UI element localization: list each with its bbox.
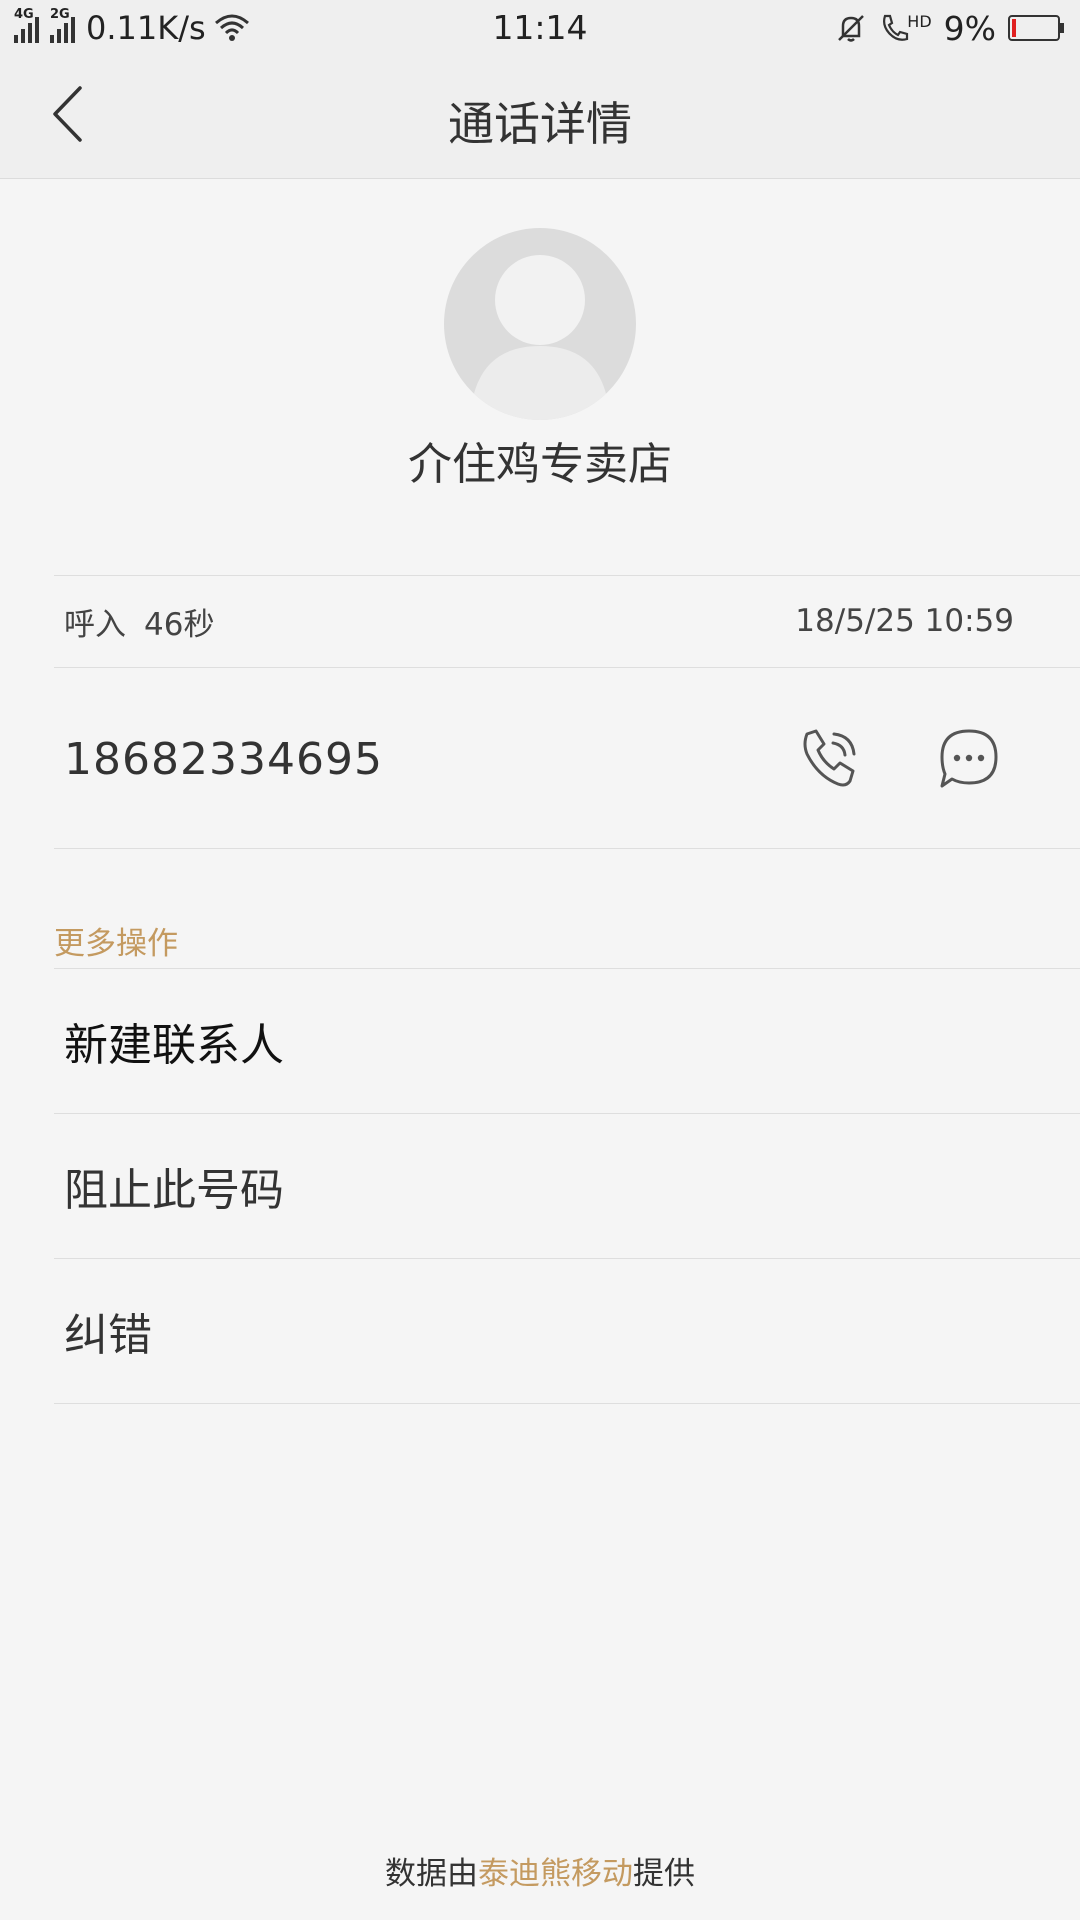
- message-button[interactable]: [934, 724, 1004, 794]
- footer-suffix: 提供: [633, 1856, 695, 1892]
- footer-brand-link[interactable]: 泰迪熊移动: [478, 1856, 633, 1892]
- contact-name: 介住鸡专卖店: [408, 439, 672, 490]
- call-datetime: 18/5/25 10:59: [795, 603, 1014, 639]
- call-direction: 呼入: [64, 606, 126, 643]
- new-contact-button[interactable]: 新建联系人: [54, 969, 1080, 1113]
- divider: [54, 1403, 1080, 1404]
- nav-bar: 通话详情: [0, 56, 1080, 179]
- battery-icon: [1008, 15, 1064, 41]
- phone-number[interactable]: 18682334695: [64, 734, 383, 785]
- hd-call-icon: HD: [879, 12, 932, 44]
- phone-number-row: 18682334695: [54, 668, 1080, 848]
- report-error-button[interactable]: 纠错: [54, 1259, 1080, 1403]
- data-source-footer: 数据由泰迪熊移动提供: [0, 1848, 1080, 1893]
- chat-bubble-icon: [940, 729, 998, 788]
- bell-muted-icon: [838, 15, 865, 42]
- call-button[interactable]: [794, 724, 864, 794]
- footer-prefix: 数据由: [385, 1856, 478, 1892]
- section-label-more-actions: 更多操作: [54, 926, 178, 962]
- call-record-row: 呼入 46秒 18/5/25 10:59: [54, 576, 1026, 666]
- call-duration: 46秒: [144, 606, 215, 643]
- page-title: 通话详情: [448, 97, 632, 151]
- person-avatar-icon: [444, 228, 636, 420]
- block-number-button[interactable]: 阻止此号码: [54, 1114, 1080, 1258]
- battery-percent: 9%: [943, 8, 996, 48]
- call-record-left: 呼入 46秒: [54, 599, 214, 644]
- hd-label: HD: [907, 12, 932, 31]
- divider: [54, 848, 1080, 849]
- avatar: [444, 228, 636, 420]
- status-bar: 4G 2G 0.11K/s 11:14 HD 9%: [0, 0, 1080, 56]
- phone-icon: [803, 729, 856, 787]
- status-right: HD 9%: [835, 8, 1066, 48]
